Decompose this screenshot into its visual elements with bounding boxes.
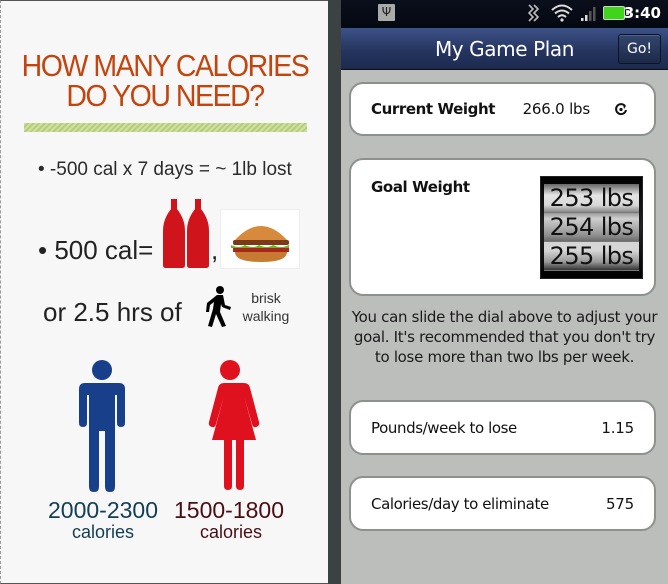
- dial-option-selected[interactable]: 254 lbs: [544, 213, 639, 242]
- female-calorie-range: 1500-1800: [174, 497, 284, 523]
- vibrate-icon: [527, 4, 540, 22]
- walking-person-icon: [206, 286, 231, 327]
- dial-option[interactable]: 253 lbs: [544, 184, 639, 213]
- pounds-per-week-row: Pounds/week to lose 1.15: [349, 400, 656, 455]
- weekly-deficit-bullet: • -500 cal x 7 days = ~ 1lb lost: [38, 159, 292, 180]
- current-weight-value: 266.0 lbs: [522, 100, 591, 118]
- male-calorie-unit: calories: [71, 522, 135, 542]
- calories-per-day-value: 575: [605, 495, 634, 513]
- usb-icon: Ψ: [378, 4, 395, 21]
- goal-weight-dial[interactable]: 253 lbs 254 lbs 255 lbs: [540, 176, 643, 279]
- walking-equivalent-text: or 2.5 hrs of: [43, 297, 182, 327]
- title-divider: [24, 123, 307, 132]
- male-calorie-range: 2000-2300: [48, 497, 158, 523]
- go-button[interactable]: Go!: [618, 34, 661, 64]
- calorie-infographic: HOW MANY CALORIES DO YOU NEED? • -500 ca…: [0, 0, 328, 584]
- infographic-title-line-2: DO YOU NEED?: [66, 78, 265, 113]
- goal-weight-row: Goal Weight 253 lbs 254 lbs 255 lbs: [349, 158, 656, 296]
- pounds-per-week-value: 1.15: [601, 419, 634, 437]
- refresh-icon[interactable]: [614, 102, 628, 116]
- equivalents-bullet: • 500 cal=: [38, 235, 154, 265]
- comma: ,: [211, 235, 219, 265]
- female-calorie-unit: calories: [199, 522, 263, 542]
- infographic-title-line-1: HOW MANY CALORIES: [21, 48, 310, 83]
- goal-hint-text: You can slide the dial above to adjust y…: [351, 308, 658, 366]
- dial-option[interactable]: 255 lbs: [544, 242, 639, 271]
- calories-per-day-label: Calories/day to eliminate: [371, 495, 549, 513]
- soda-bottles-icon: [163, 199, 209, 268]
- current-weight-label: Current Weight: [371, 100, 496, 118]
- male-figure-icon: [79, 360, 125, 492]
- calories-per-day-row: Calories/day to eliminate 575: [349, 476, 656, 531]
- current-weight-row[interactable]: Current Weight 266.0 lbs: [349, 82, 656, 136]
- burger-icon: [220, 209, 300, 269]
- phone-screen: Ψ 3:40 My Game Plan Go! Current Weight 2…: [341, 0, 668, 584]
- pounds-per-week-label: Pounds/week to lose: [371, 419, 517, 437]
- wifi-icon: [551, 4, 573, 22]
- brisk-walking-label: brisk walking: [242, 290, 290, 324]
- female-figure-icon: [208, 360, 260, 490]
- app-header: My Game Plan Go!: [341, 28, 668, 70]
- signal-icon: [581, 7, 596, 21]
- battery-icon: [603, 6, 629, 20]
- goal-weight-label: Goal Weight: [371, 178, 470, 196]
- status-bar: Ψ 3:40: [341, 0, 668, 28]
- status-clock: 3:40: [623, 4, 661, 22]
